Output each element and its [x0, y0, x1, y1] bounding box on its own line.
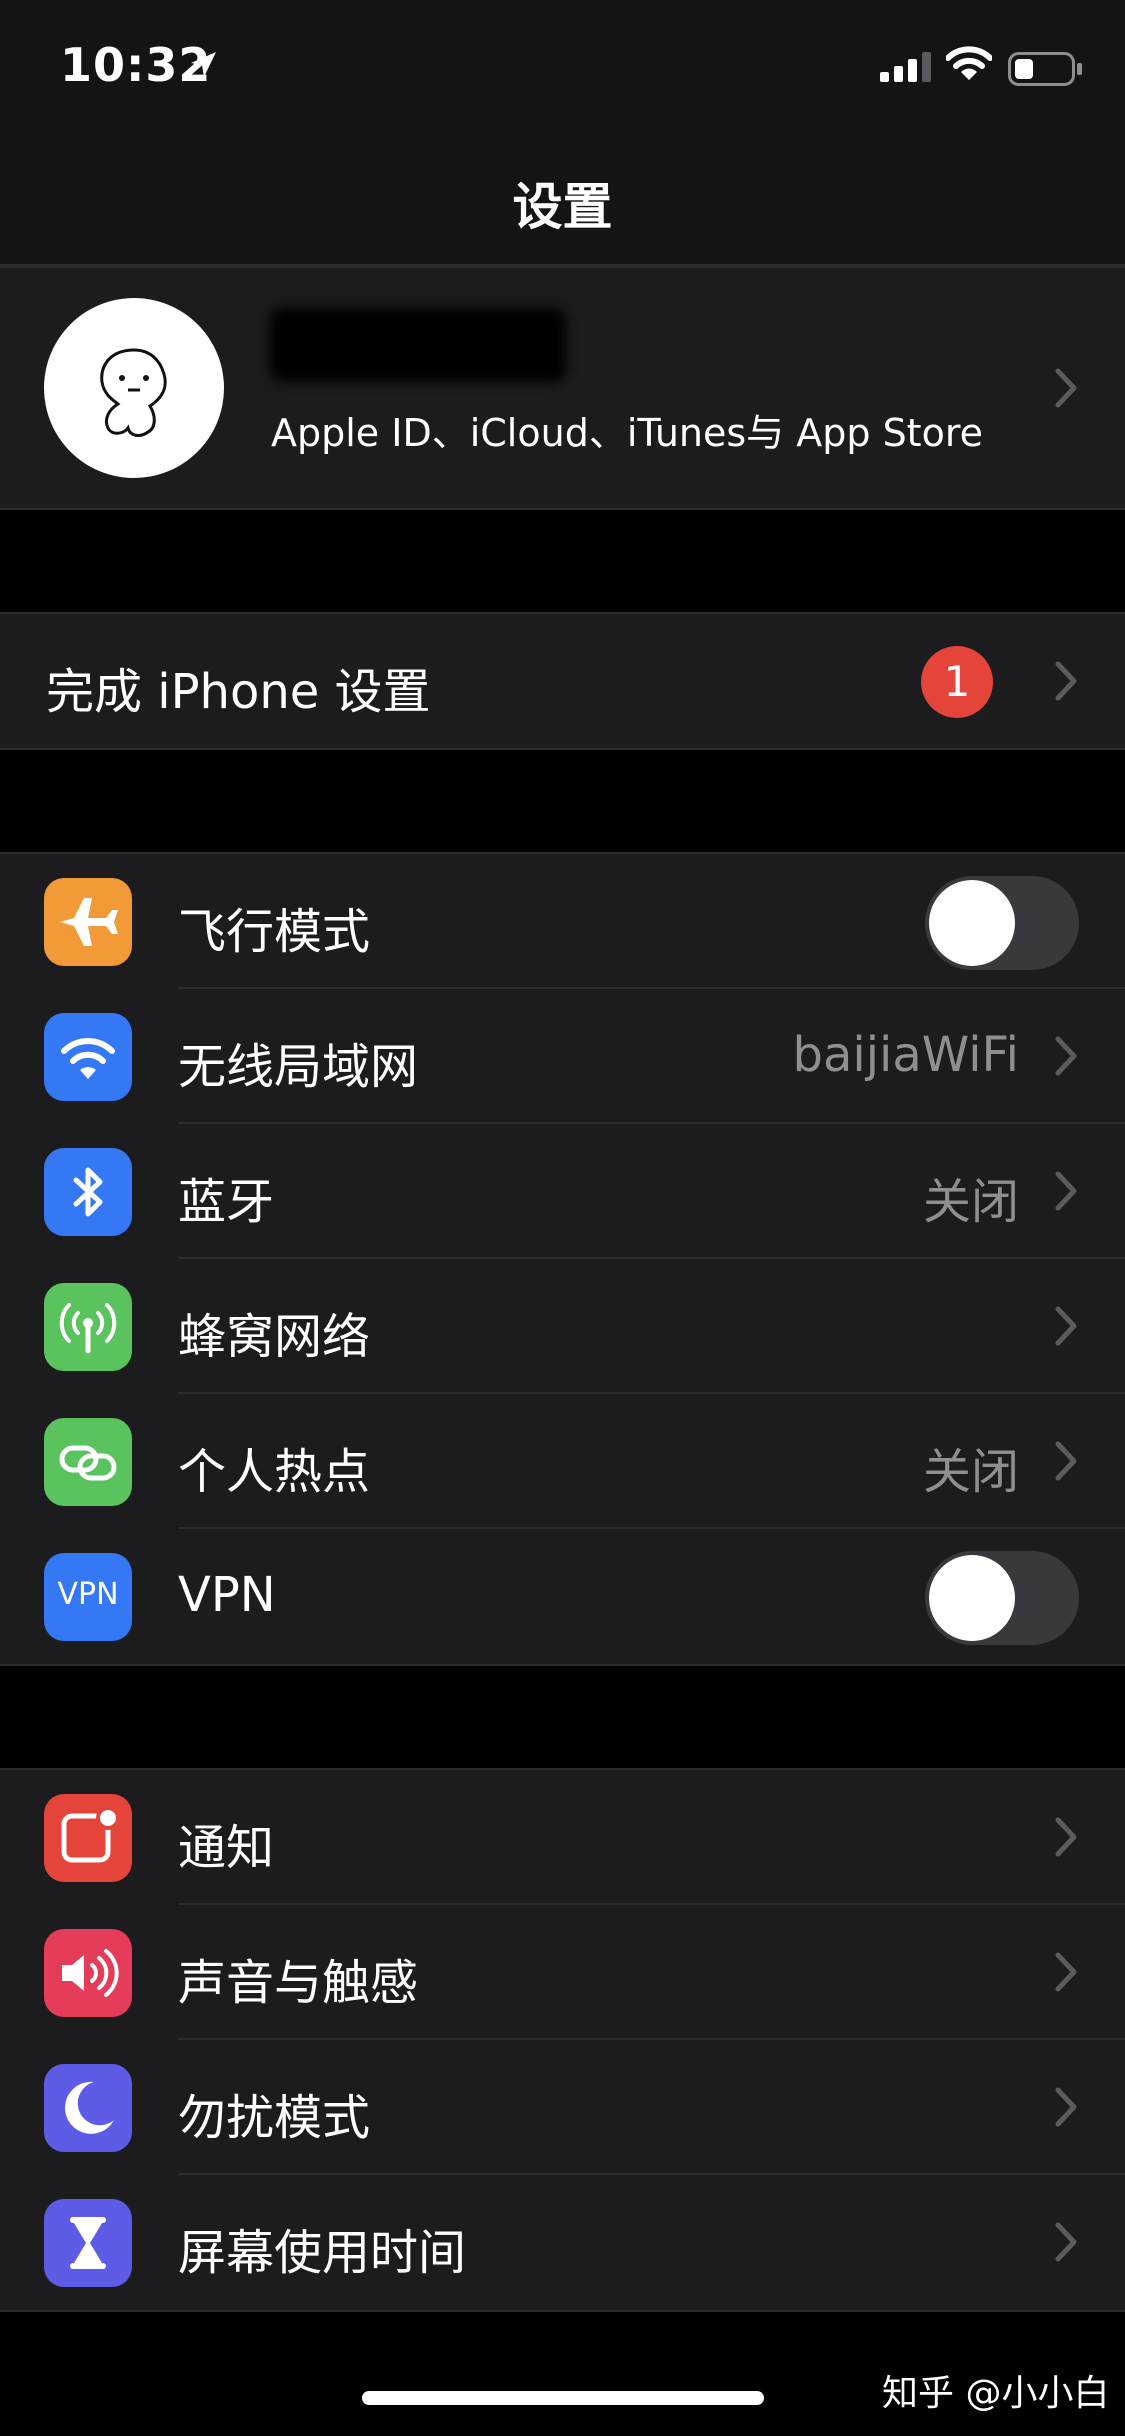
bluetooth-label: 蓝牙: [178, 1174, 275, 1230]
home-indicator[interactable]: [362, 2391, 764, 2405]
notification-badge: 1: [921, 646, 993, 718]
chevron-right-icon: [1055, 368, 1077, 408]
apple-id-profile-row[interactable]: Apple ID、iCloud、iTunes与 App Store: [0, 266, 1125, 510]
notification-icon: [44, 1794, 132, 1882]
system-group: 通知 声音与触感 勿扰模式 屏幕使用时间: [0, 1768, 1125, 2312]
chevron-right-icon: [1055, 2222, 1077, 2262]
navigation-bar: 设置: [0, 132, 1125, 266]
airplane-mode-toggle[interactable]: [925, 876, 1079, 970]
notifications-row[interactable]: 通知: [0, 1770, 1125, 1905]
wifi-icon: [44, 1013, 132, 1101]
vpn-icon: VPN: [44, 1553, 132, 1641]
chevron-right-icon: [1055, 1171, 1077, 1211]
do-not-disturb-label: 勿扰模式: [178, 2090, 371, 2146]
vpn-icon-text: VPN: [57, 1577, 119, 1612]
cellular-row[interactable]: 蜂窝网络: [0, 1259, 1125, 1394]
vpn-label: VPN: [178, 1567, 276, 1623]
battery-icon: [1008, 52, 1084, 90]
airplane-icon: [44, 878, 132, 966]
hotspot-icon: [44, 1418, 132, 1506]
airplane-mode-label: 飞行模式: [178, 904, 371, 960]
bluetooth-row[interactable]: 蓝牙 关闭: [0, 1124, 1125, 1259]
screen-time-label: 屏幕使用时间: [178, 2225, 467, 2281]
cellular-label: 蜂窝网络: [178, 1309, 371, 1365]
location-arrow-icon: [188, 50, 218, 84]
finish-setup-row[interactable]: 完成 iPhone 设置 1: [0, 612, 1125, 750]
toggle-knob: [929, 880, 1015, 966]
avatar: [44, 298, 224, 478]
sounds-haptics-row[interactable]: 声音与触感: [0, 1905, 1125, 2040]
chevron-right-icon: [1055, 1036, 1077, 1076]
status-bar: 10:32: [0, 0, 1125, 132]
chevron-right-icon: [1055, 2087, 1077, 2127]
moon-icon: [44, 2064, 132, 2152]
cellular-signal-icon: [880, 52, 934, 86]
sounds-haptics-label: 声音与触感: [178, 1955, 419, 2011]
connectivity-group: 飞行模式 无线局域网 baijiaWiFi 蓝牙 关闭 蜂窝网络 个人热点 关闭…: [0, 852, 1125, 1666]
airplane-mode-row: 飞行模式: [0, 854, 1125, 989]
speaker-icon: [44, 1929, 132, 2017]
bluetooth-value: 关闭: [922, 1174, 1019, 1230]
profile-subtitle: Apple ID、iCloud、iTunes与 App Store: [271, 411, 983, 455]
personal-hotspot-label: 个人热点: [178, 1444, 371, 1500]
do-not-disturb-row[interactable]: 勿扰模式: [0, 2040, 1125, 2175]
chevron-right-icon: [1055, 1817, 1077, 1857]
chevron-right-icon: [1055, 1952, 1077, 1992]
wifi-label: 无线局域网: [178, 1039, 419, 1095]
antenna-icon: [44, 1283, 132, 1371]
hourglass-icon: [44, 2199, 132, 2287]
watermark: 知乎 @小小白: [882, 2373, 1110, 2414]
chevron-right-icon: [1055, 661, 1077, 701]
personal-hotspot-value: 关闭: [922, 1444, 1019, 1500]
chevron-right-icon: [1055, 1306, 1077, 1346]
wifi-value: baijiaWiFi: [792, 1027, 1020, 1083]
screen-time-row[interactable]: 屏幕使用时间: [0, 2175, 1125, 2310]
chevron-right-icon: [1055, 1441, 1077, 1481]
finish-setup-label: 完成 iPhone 设置: [46, 664, 431, 720]
toggle-knob: [929, 1555, 1015, 1641]
vpn-row: VPN VPN: [0, 1529, 1125, 1664]
wifi-row[interactable]: 无线局域网 baijiaWiFi: [0, 989, 1125, 1124]
notifications-label: 通知: [178, 1820, 275, 1876]
bluetooth-icon: [44, 1148, 132, 1236]
wifi-status-icon: [945, 46, 993, 86]
account-name-redacted: [270, 308, 566, 382]
page-title: 设置: [512, 178, 613, 236]
vpn-toggle[interactable]: [925, 1551, 1079, 1645]
personal-hotspot-row[interactable]: 个人热点 关闭: [0, 1394, 1125, 1529]
